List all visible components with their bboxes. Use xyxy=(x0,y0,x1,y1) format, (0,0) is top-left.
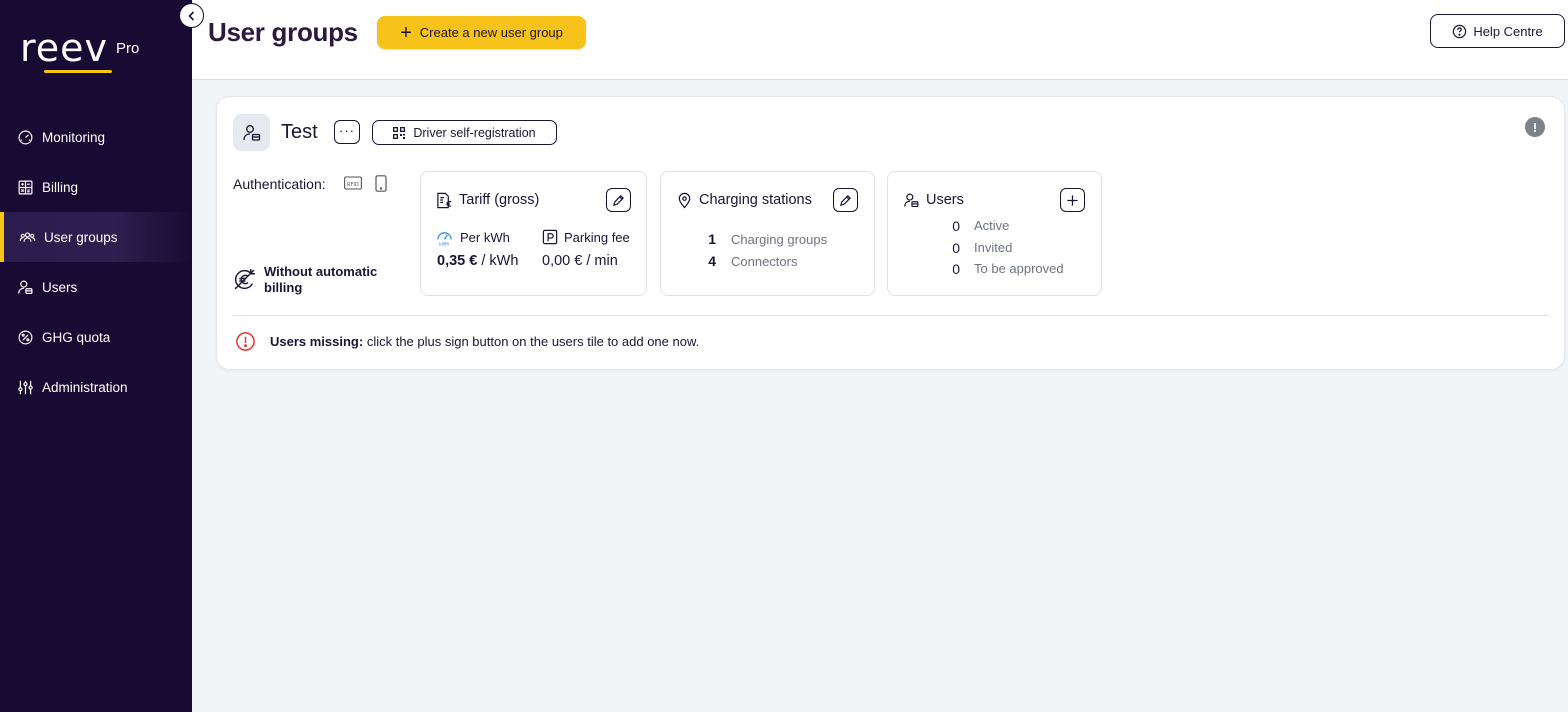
warning-bold: Users missing: xyxy=(270,334,364,349)
invited-users-count: 0 xyxy=(952,240,960,256)
charging-stations-tile: Charging stations 1 Charging groups 4 Co… xyxy=(660,171,875,296)
sidebar-item-user-groups[interactable]: User groups xyxy=(0,212,192,262)
create-user-group-label: Create a new user group xyxy=(419,25,563,40)
percent-icon xyxy=(18,330,33,344)
tariff-tile: Tariff (gross) kWh Per kWh Parking fee 0… xyxy=(420,171,647,296)
pencil-icon xyxy=(839,194,851,206)
charging-groups-count: 1 xyxy=(708,231,716,247)
users-tile: Users 0 Active 0 Invited 0 To be approve… xyxy=(887,171,1102,296)
sidebar-item-label: Billing xyxy=(42,179,79,195)
sidebar-item-label: Administration xyxy=(42,379,128,395)
plus-icon xyxy=(1067,194,1078,206)
sidebar-item-ghg-quota[interactable]: GHG quota xyxy=(0,312,192,362)
sidebar-item-label: Monitoring xyxy=(42,129,106,145)
smartphone-icon xyxy=(375,175,387,192)
user-group-avatar xyxy=(233,114,270,151)
authentication-label: Authentication: xyxy=(233,176,326,192)
topbar: User groups + Create a new user group He… xyxy=(192,0,1568,80)
per-kwh-price: 0,35 € / kWh xyxy=(437,253,518,269)
help-centre-label: Help Centre xyxy=(1473,23,1543,39)
question-circle-icon xyxy=(1453,24,1467,38)
invited-users-label: Invited xyxy=(974,240,1013,255)
parking-fee-label: Parking fee xyxy=(564,230,630,245)
per-kwh-unit: / kWh xyxy=(477,253,519,269)
logo[interactable]: reev Pro xyxy=(20,26,139,70)
active-users-label: Active xyxy=(974,218,1010,233)
user-group-icon xyxy=(19,231,36,242)
help-centre-button[interactable]: Help Centre xyxy=(1430,14,1565,48)
connectors-count: 4 xyxy=(708,253,716,269)
warning-message: click the plus sign button on the users … xyxy=(363,334,700,349)
kwh-gauge-icon: kWh xyxy=(437,232,452,246)
parking-fee-value: 0,00 € / min xyxy=(542,253,618,269)
svg-text:RFID: RFID xyxy=(347,182,359,188)
gauge-icon xyxy=(18,130,33,144)
driver-self-registration-label: Driver self-registration xyxy=(413,125,536,140)
per-kwh-label: Per kWh xyxy=(460,230,510,245)
user-group-card: Test ··· Driver self-registration ! Auth… xyxy=(216,96,1565,370)
users-missing-warning: Users missing: click the plus sign butto… xyxy=(270,334,699,349)
logo-wordmark: reev xyxy=(20,26,109,70)
tariff-icon xyxy=(437,192,452,209)
group-name: Test xyxy=(281,121,318,143)
info-icon[interactable]: ! xyxy=(1525,117,1545,137)
plus-icon: + xyxy=(400,21,412,44)
more-options-button[interactable]: ··· xyxy=(334,120,360,144)
add-user-button[interactable] xyxy=(1060,188,1085,212)
active-users-count: 0 xyxy=(952,218,960,234)
parking-icon xyxy=(542,229,558,245)
edit-tariff-button[interactable] xyxy=(606,188,631,212)
sidebar-item-billing[interactable]: Billing xyxy=(0,162,192,212)
billing-mode-label: Without automatic billing xyxy=(264,264,378,295)
page-title: User groups xyxy=(208,17,358,47)
logo-tier: Pro xyxy=(116,40,140,57)
collapse-sidebar-button[interactable] xyxy=(179,3,204,28)
connectors-label: Connectors xyxy=(731,254,798,269)
logo-underline xyxy=(44,70,112,73)
pending-users-count: 0 xyxy=(952,261,960,277)
driver-self-registration-button[interactable]: Driver self-registration xyxy=(372,120,557,145)
pending-users-label: To be approved xyxy=(974,261,1064,276)
no-billing-icon xyxy=(234,269,255,290)
sidebar-nav: Monitoring Billing User groups Users GHG… xyxy=(0,112,192,412)
svg-text:kWh: kWh xyxy=(439,241,449,246)
sidebar-item-users[interactable]: Users xyxy=(0,262,192,312)
location-pin-icon xyxy=(678,192,691,209)
sidebar-item-monitoring[interactable]: Monitoring xyxy=(0,112,192,162)
edit-charging-stations-button[interactable] xyxy=(833,188,858,212)
sidebar-item-administration[interactable]: Administration xyxy=(0,362,192,412)
sidebar: reev Pro Monitoring Billing User groups … xyxy=(0,0,192,712)
create-user-group-button[interactable]: + Create a new user group xyxy=(377,16,586,49)
sliders-icon xyxy=(18,380,33,394)
user-card-icon xyxy=(904,193,919,208)
qr-code-icon xyxy=(393,126,406,139)
tariff-title: Tariff (gross) xyxy=(459,192,540,208)
user-icon xyxy=(18,280,33,294)
card-divider xyxy=(233,315,1549,316)
users-title: Users xyxy=(926,192,964,208)
sidebar-item-label: GHG quota xyxy=(42,329,111,345)
user-card-icon xyxy=(242,124,260,141)
sidebar-item-label: Users xyxy=(42,279,78,295)
sidebar-item-label: User groups xyxy=(44,229,118,245)
rfid-card-icon: RFID xyxy=(344,176,362,190)
charging-stations-title: Charging stations xyxy=(699,192,812,208)
per-kwh-value: 0,35 € xyxy=(437,253,478,269)
calculator-icon xyxy=(18,180,33,194)
charging-groups-label: Charging groups xyxy=(731,232,828,247)
warning-icon xyxy=(236,332,255,351)
pencil-icon xyxy=(612,194,624,206)
chevron-left-icon xyxy=(187,10,194,21)
